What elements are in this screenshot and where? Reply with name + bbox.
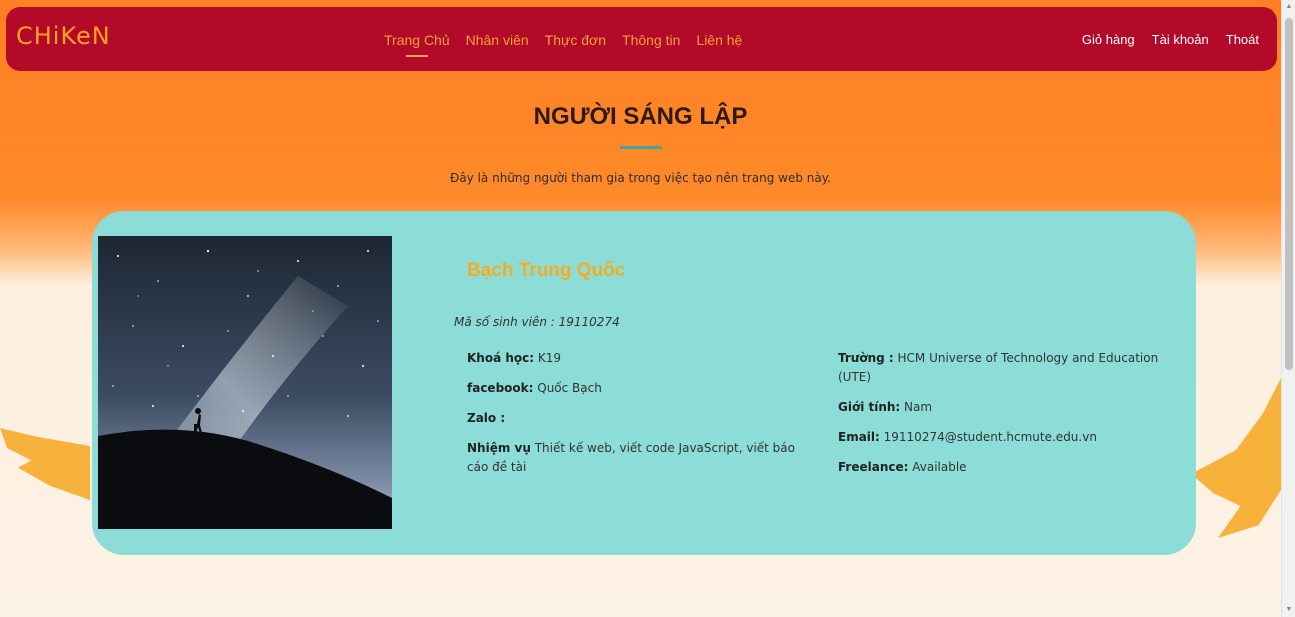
nav-link-home[interactable]: Trang Chủ — [384, 31, 450, 57]
student-id: Mã số sinh viên : 19110274 — [454, 315, 620, 329]
member-name: Bạch Trung Quốc — [467, 260, 626, 281]
field-label: Freelance: — [838, 460, 909, 474]
field-value: Quốc Bạch — [533, 381, 602, 395]
nav-link-staff[interactable]: Nhân viên — [466, 31, 529, 49]
logout-link[interactable]: Thoát — [1226, 31, 1259, 49]
field-label: Trường : — [838, 351, 894, 365]
member-details-right: Trường : HCM Universe of Technology and … — [838, 349, 1178, 488]
member-card: Bạch Trung Quốc Mã số sinh viên : 191102… — [92, 211, 1196, 555]
field-label: Giới tính: — [838, 400, 901, 414]
field-email: Email: 19110274@student.hcmute.edu.vn — [838, 428, 1178, 447]
field-gender: Giới tính: Nam — [838, 398, 1178, 417]
field-value: Available — [908, 460, 967, 474]
field-facebook: facebook: Quốc Bạch — [467, 379, 807, 398]
field-label: Khoá học: — [467, 351, 535, 365]
brand-logo[interactable]: CHiKeN — [16, 22, 111, 50]
field-value: Nam — [900, 400, 933, 414]
main-menu: Trang Chủ Nhân viên Thực đơn Thông tin L… — [384, 31, 758, 57]
decorative-wing-left — [0, 428, 90, 500]
account-menu: Giỏ hàng Tài khoản Thoát — [1065, 31, 1259, 49]
field-label: Email: — [838, 430, 880, 444]
nav-link-menu[interactable]: Thực đơn — [545, 31, 606, 49]
field-value: K19 — [534, 351, 562, 365]
decorative-wing-right — [1191, 378, 1281, 538]
member-details-left: Khoá học: K19 facebook: Quốc Bạch Zalo :… — [467, 349, 807, 488]
field-course: Khoá học: K19 — [467, 349, 807, 368]
member-photo — [98, 236, 392, 529]
navbar: CHiKeN Trang Chủ Nhân viên Thực đơn Thôn… — [6, 7, 1277, 71]
field-task: Nhiệm vụ Thiết kế web, viết code JavaScr… — [467, 439, 807, 477]
page-scrollbar[interactable]: ▲ ▼ — [1281, 0, 1295, 617]
section-title: NGƯỜI SÁNG LẬP — [533, 103, 748, 130]
field-value: 19110274@student.hcmute.edu.vn — [879, 430, 1097, 444]
field-label: Nhiệm vụ — [467, 441, 531, 455]
section-subtitle: Đây là những người tham gia trong việc t… — [450, 171, 831, 185]
field-label: facebook: — [467, 381, 534, 395]
title-underline — [620, 146, 662, 149]
scroll-down-icon[interactable]: ▼ — [1282, 603, 1295, 617]
field-zalo: Zalo : — [467, 409, 807, 428]
field-freelance: Freelance: Available — [838, 458, 1178, 477]
nav-link-info[interactable]: Thông tin — [622, 31, 680, 49]
account-link[interactable]: Tài khoản — [1152, 31, 1209, 49]
scroll-up-icon[interactable]: ▲ — [1282, 0, 1295, 14]
field-label: Zalo : — [467, 411, 506, 425]
cart-link[interactable]: Giỏ hàng — [1082, 31, 1135, 49]
nav-link-contact[interactable]: Liên hệ — [696, 31, 742, 49]
field-school: Trường : HCM Universe of Technology and … — [838, 349, 1178, 387]
scrollbar-thumb[interactable] — [1285, 18, 1293, 370]
